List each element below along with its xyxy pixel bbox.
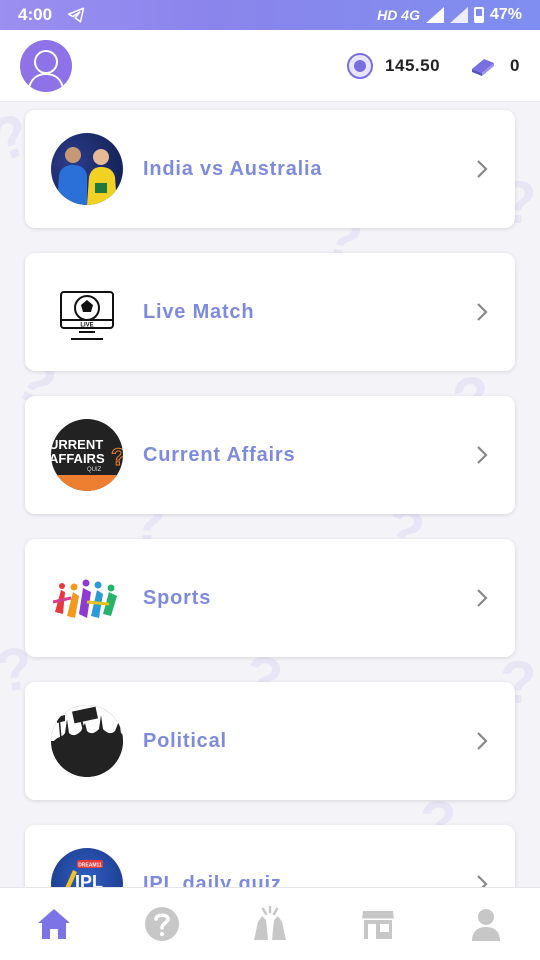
category-card-live-match[interactable]: LIVE Live Match <box>25 253 515 371</box>
bottom-navigation <box>0 887 540 960</box>
network-type: HD 4G <box>377 7 420 23</box>
live-thumb-text: LIVE <box>80 323 93 329</box>
chevron-right-icon <box>477 875 488 887</box>
profile-icon <box>472 909 500 941</box>
current-affairs-thumb: URRENT AFFAIRS QUIZ ? <box>51 419 123 491</box>
coin-icon <box>347 52 374 79</box>
store-icon <box>362 911 394 939</box>
category-list[interactable]: ? ? ? ? ? ? ? ? ? ? ? ? India vs Austral… <box>0 103 540 887</box>
status-time: 4:00 <box>18 5 53 24</box>
political-crowd-thumb <box>51 705 123 777</box>
wallet: 145.50 0 <box>347 52 520 79</box>
chevron-right-icon <box>477 589 488 607</box>
high-five-icon <box>254 906 286 940</box>
coin-balance: 145.50 <box>385 55 441 75</box>
category-card-current-affairs[interactable]: URRENT AFFAIRS QUIZ ? Current Affairs <box>25 396 515 514</box>
chevron-right-icon <box>477 160 488 178</box>
category-title: Sports <box>143 586 212 609</box>
category-card-political[interactable]: Political <box>25 682 515 800</box>
category-title: Live Match <box>143 300 255 323</box>
telegram-icon <box>67 7 85 23</box>
help-icon <box>145 907 179 941</box>
sports-silhouettes-thumb <box>51 562 123 634</box>
chevron-right-icon <box>477 303 488 321</box>
battery-percent: 47% <box>489 6 522 23</box>
battery-icon <box>473 7 484 23</box>
nav-celebrate[interactable] <box>240 894 300 954</box>
chevron-right-icon <box>477 446 488 464</box>
category-card-ipl-daily-quiz[interactable]: DREAM11 IPL IPL daily quiz <box>25 825 515 887</box>
ipl-thumb-text: IPL <box>75 872 103 887</box>
app-header: 145.50 0 <box>0 30 540 102</box>
profile-avatar[interactable] <box>20 39 72 92</box>
category-card-sports[interactable]: Sports <box>25 539 515 657</box>
thumb-text-quiz: QUIZ <box>87 467 102 473</box>
category-title: Political <box>143 729 227 752</box>
category-card-india-vs-australia[interactable]: India vs Australia <box>25 110 515 228</box>
category-title: Current Affairs <box>143 443 296 466</box>
chevron-right-icon <box>477 732 488 750</box>
category-title: India vs Australia <box>143 157 323 180</box>
home-icon <box>38 909 70 939</box>
thumb-text-current: URRENT <box>51 437 103 452</box>
signal-icon <box>425 7 444 23</box>
ipl-logo-thumb: DREAM11 IPL <box>51 848 123 887</box>
nav-profile[interactable] <box>456 894 516 954</box>
gem-stack-icon <box>472 58 495 76</box>
thumb-text-affairs: AFFAIRS <box>51 451 105 466</box>
nav-store[interactable] <box>348 894 408 954</box>
status-bar: 4:00 HD 4G 47% <box>0 0 540 30</box>
svg-text:?: ? <box>111 444 123 471</box>
cricket-players-thumb <box>51 133 123 205</box>
ipl-thumb-sponsor-text: DREAM11 <box>78 863 102 869</box>
gem-balance: 0 <box>510 55 520 75</box>
category-title: IPL daily quiz <box>143 872 282 888</box>
nav-help[interactable] <box>132 894 192 954</box>
live-football-tv-thumb: LIVE <box>51 276 123 348</box>
nav-home[interactable] <box>24 894 84 954</box>
signal-icon-2 <box>449 7 468 23</box>
user-silhouette-icon <box>27 49 65 92</box>
